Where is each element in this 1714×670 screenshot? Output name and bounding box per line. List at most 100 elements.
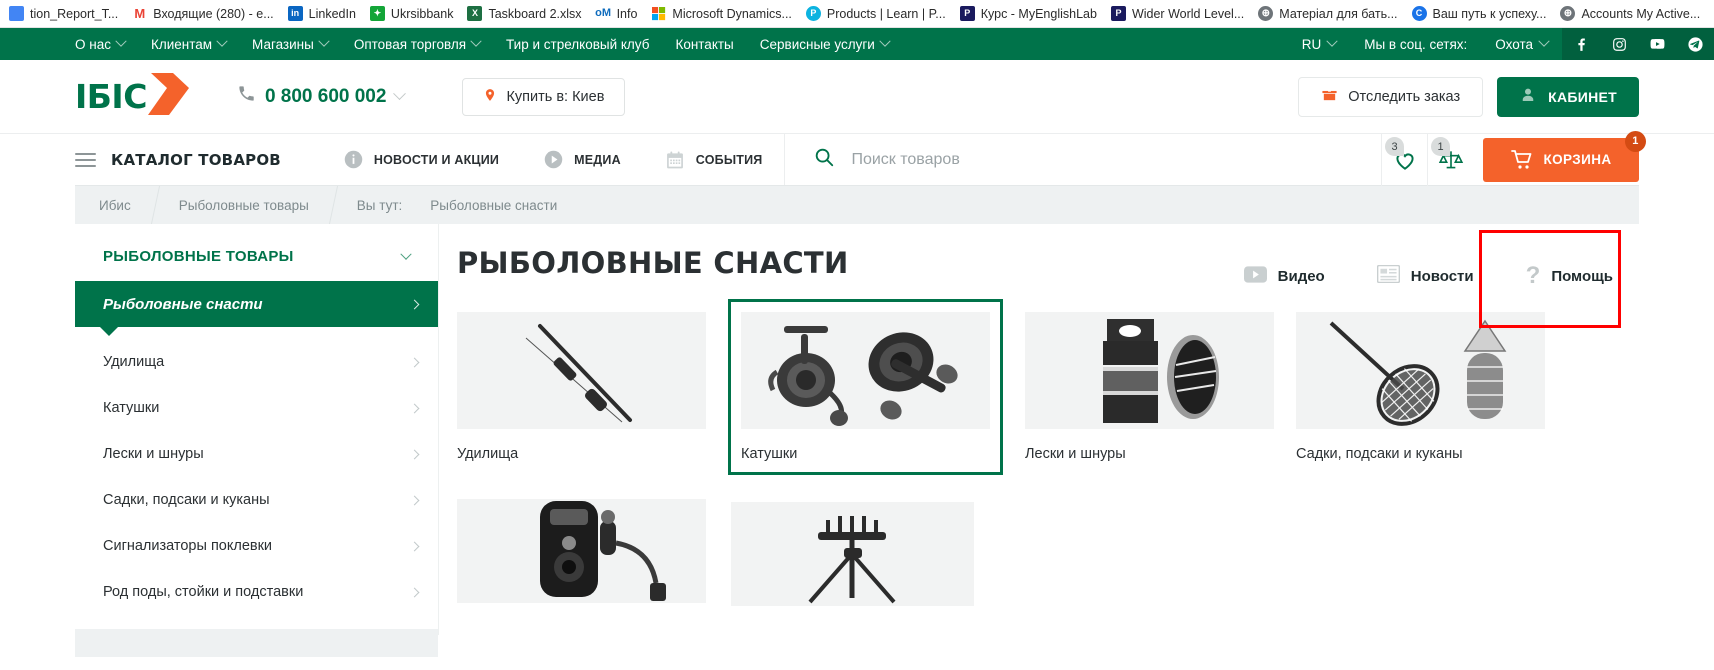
sidebar-item-rod-pods[interactable]: Род поды, стойки и подставки bbox=[75, 569, 438, 615]
bookmark-label: Ukrsibbank bbox=[390, 6, 454, 21]
sidebar-item-fishing-tackle[interactable]: Рыболовные снасти bbox=[75, 281, 438, 336]
bookmark-item[interactable]: C Ваш путь к успеху... bbox=[1405, 4, 1554, 23]
bookmark-item[interactable]: ⊕ Accounts My Active... bbox=[1553, 4, 1707, 23]
sidebar-item-label: Рыболовные снасти bbox=[103, 295, 263, 313]
category-card-lines[interactable]: Лески и шнуры bbox=[1025, 312, 1274, 475]
video-icon bbox=[1243, 265, 1267, 287]
wishlist-count-badge: 3 bbox=[1385, 137, 1404, 156]
chrome-icon: C bbox=[1411, 6, 1427, 21]
sidebar-item-reels[interactable]: Катушки bbox=[75, 385, 438, 431]
help-button[interactable]: ? Помощь bbox=[1500, 264, 1639, 288]
package-icon bbox=[1321, 86, 1338, 107]
facebook-icon[interactable] bbox=[1562, 28, 1600, 60]
category-card-nets[interactable]: Садки, подсаки и куканы bbox=[1296, 312, 1545, 475]
social-category-label: Охота bbox=[1495, 36, 1533, 52]
sidebar-item-label: Сигнализаторы поклевки bbox=[103, 538, 273, 554]
hamburger-icon bbox=[75, 152, 96, 167]
help-icon: ? bbox=[1525, 262, 1541, 289]
search-icon[interactable] bbox=[813, 146, 835, 173]
language-switcher[interactable]: RU bbox=[1288, 35, 1351, 52]
bookmark-item[interactable]: oM Info bbox=[589, 4, 645, 23]
nav-link-events[interactable]: СОБЫТИЯ bbox=[643, 149, 785, 170]
topnav-item-wholesale[interactable]: Оптовая торговля bbox=[354, 35, 482, 52]
bookmark-item[interactable]: ⊕ Матеріал для бать... bbox=[1251, 4, 1404, 23]
chevron-down-icon bbox=[1326, 35, 1338, 47]
cabinet-button[interactable]: КАБИНЕТ bbox=[1497, 76, 1639, 117]
nav-link-media[interactable]: МЕДИА bbox=[521, 149, 643, 170]
catalog-button[interactable]: КАТАЛОГ ТОВАРОВ bbox=[75, 134, 321, 185]
topnav-item-services[interactable]: Сервисные услуги bbox=[760, 35, 891, 52]
wishlist-button[interactable]: 3 bbox=[1381, 134, 1427, 186]
category-card-grid: Удилища Катушки Лески и шнуры Садки, под… bbox=[457, 299, 1639, 626]
bookmark-item[interactable]: X Taskboard 2.xlsx bbox=[460, 4, 588, 23]
video-button[interactable]: Видео bbox=[1218, 265, 1351, 287]
pearson-icon: P bbox=[805, 6, 821, 21]
bookmark-label: Ваш путь к успеху... bbox=[1432, 6, 1547, 21]
sidebar-item-bite-alarms[interactable]: Сигнализаторы поклевки bbox=[75, 523, 438, 569]
category-card-rod-pods[interactable] bbox=[728, 499, 977, 626]
social-category-switcher[interactable]: Охота bbox=[1481, 35, 1562, 52]
compare-button[interactable]: 1 bbox=[1427, 134, 1473, 186]
bookmark-item[interactable]: M Входящие (280) - e... bbox=[125, 4, 280, 23]
topnav-item-clients[interactable]: Клиентам bbox=[151, 35, 228, 52]
news-button[interactable]: Новости bbox=[1351, 264, 1500, 287]
cabinet-label: КАБИНЕТ bbox=[1548, 88, 1617, 105]
top-nav-links: О нас Клиентам Магазины Оптовая торговля… bbox=[0, 35, 891, 52]
topnav-item-stores[interactable]: Магазины bbox=[252, 35, 330, 52]
city-selector-button[interactable]: Купить в: Киев bbox=[462, 77, 626, 116]
bookmark-item[interactable]: Microsoft Dynamics... bbox=[644, 4, 798, 23]
sidebar-title[interactable]: РЫБОЛОВНЫЕ ТОВАРЫ bbox=[75, 234, 438, 281]
topnav-label: Магазины bbox=[252, 36, 314, 52]
search-container bbox=[784, 134, 1381, 185]
cart-icon bbox=[1511, 149, 1532, 169]
cart-button[interactable]: КОРЗИНА 1 bbox=[1483, 130, 1646, 182]
bookmark-item[interactable]: ✦ Ukrsibbank bbox=[363, 4, 461, 23]
catalog-label: КАТАЛОГ ТОВАРОВ bbox=[111, 150, 281, 169]
category-card-reels[interactable]: Катушки bbox=[728, 299, 1003, 475]
page-title: РЫБОЛОВНЫЕ СНАСТИ bbox=[457, 246, 849, 280]
microsoft-icon bbox=[651, 6, 666, 21]
topnav-item-shooting-club[interactable]: Тир и стрелковый клуб bbox=[506, 37, 649, 52]
play-icon bbox=[543, 149, 564, 170]
chevron-right-icon bbox=[409, 403, 420, 413]
nav-link-label: СОБЫТИЯ bbox=[695, 152, 763, 167]
chevron-right-icon bbox=[409, 587, 420, 597]
bookmark-label: Microsoft Dynamics... bbox=[672, 6, 792, 21]
bookmark-label: Taskboard 2.xlsx bbox=[488, 6, 582, 21]
bookmark-item[interactable]: P Курс - MyEnglishLab bbox=[953, 4, 1104, 23]
news-icon bbox=[1376, 264, 1400, 287]
bookmark-item[interactable]: P Products | Learn | P... bbox=[799, 4, 953, 23]
chevron-down-icon bbox=[393, 87, 407, 101]
search-input[interactable] bbox=[851, 150, 1381, 169]
fishing-line-icon bbox=[1025, 312, 1274, 429]
track-order-button[interactable]: Отследить заказ bbox=[1298, 76, 1484, 117]
bookmark-item[interactable]: in LinkedIn bbox=[281, 4, 363, 23]
phone-number[interactable]: 0 800 600 002 bbox=[237, 84, 407, 109]
youtube-icon[interactable] bbox=[1638, 28, 1676, 60]
fishing-reel-icon bbox=[741, 312, 990, 429]
breadcrumb-item-home[interactable]: Ибис bbox=[75, 186, 155, 224]
instagram-icon[interactable] bbox=[1600, 28, 1638, 60]
topnav-item-about[interactable]: О нас bbox=[75, 35, 127, 52]
sidebar-item-lines[interactable]: Лески и шнуры bbox=[75, 431, 438, 477]
category-card-bite-alarms[interactable] bbox=[457, 499, 706, 626]
chevron-down-icon bbox=[1538, 35, 1550, 47]
globe-icon: ⊕ bbox=[1560, 6, 1576, 21]
content-header: РЫБОЛОВНЫЕ СНАСТИ Видео Новости ? Помощь bbox=[457, 224, 1639, 328]
site-logo[interactable]: ІБІС bbox=[75, 71, 201, 122]
breadcrumb-item-fishing-goods[interactable]: Рыболовные товары bbox=[155, 186, 333, 224]
bookmark-label: Info bbox=[616, 6, 638, 21]
telegram-icon[interactable] bbox=[1676, 28, 1714, 60]
sidebar-item-nets[interactable]: Садки, подсаки и куканы bbox=[75, 477, 438, 523]
bookmark-item[interactable]: tion_Report_T... bbox=[2, 4, 125, 23]
nav-link-news[interactable]: НОВОСТИ И АКЦИИ bbox=[321, 149, 521, 170]
chevron-down-icon bbox=[216, 35, 228, 47]
chevron-right-icon bbox=[409, 299, 420, 309]
topnav-item-contacts[interactable]: Контакты bbox=[675, 37, 733, 52]
bookmark-item[interactable]: P Wider World Level... bbox=[1104, 4, 1251, 23]
sidebar-item-rods[interactable]: Удилища bbox=[75, 339, 438, 385]
category-card-rods[interactable]: Удилища bbox=[457, 312, 706, 475]
pearson-dark-icon: P bbox=[1110, 6, 1126, 21]
chevron-right-icon bbox=[409, 357, 420, 367]
chevron-right-icon bbox=[409, 449, 420, 459]
